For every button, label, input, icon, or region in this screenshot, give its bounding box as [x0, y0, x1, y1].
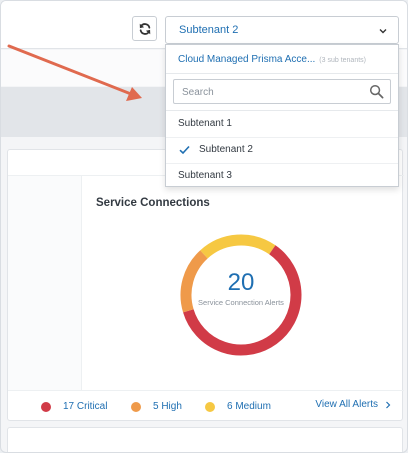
tenant-select-value: Subtenant 2 [179, 24, 239, 36]
tenant-option-subtenant-1[interactable]: Subtenant 1 [166, 112, 398, 136]
view-all-alerts-link[interactable]: View All Alerts [315, 399, 392, 410]
dropdown-divider [166, 110, 398, 111]
legend-medium-label: 6 Medium [227, 401, 271, 412]
legend-critical[interactable]: 17 Critical [41, 401, 107, 412]
tenant-option-label: Subtenant 2 [199, 144, 253, 155]
card-left-panel [8, 176, 82, 390]
tenant-search-input[interactable] [182, 85, 352, 99]
chevron-right-icon [386, 401, 391, 408]
donut-total[interactable]: 20 [171, 269, 311, 297]
legend-medium[interactable]: 6 Medium [205, 401, 271, 412]
checkmark-icon [179, 145, 190, 155]
tenant-option-label: Subtenant 3 [178, 170, 232, 181]
legend-high-label: 5 High [153, 401, 182, 412]
app-window: Subtenant 2 Service Connections 20 Servi… [0, 0, 408, 453]
chevron-down-icon [379, 29, 387, 34]
arrow-annotation-icon [7, 44, 142, 101]
dropdown-divider [166, 73, 398, 74]
tenant-option-subtenant-2[interactable]: Subtenant 2 [166, 138, 398, 162]
medium-dot [205, 401, 215, 412]
dropdown-search [173, 79, 391, 104]
tenant-option-subtenant-3[interactable]: Subtenant 3 [166, 164, 398, 188]
tenant-dropdown: Cloud Managed Prisma Acce... (3 sub tenan… [165, 44, 399, 187]
search-icon[interactable] [369, 84, 384, 99]
dropdown-header[interactable]: Cloud Managed Prisma Acce... (3 sub tenan… [178, 54, 366, 65]
high-dot [131, 401, 141, 412]
tenant-select[interactable]: Subtenant 2 [165, 16, 399, 44]
view-all-alerts-label: View All Alerts [315, 399, 378, 410]
subtenant-count: (3 sub tenants) [319, 57, 366, 64]
secondary-card [7, 427, 403, 452]
donut-slice-medium[interactable] [200, 234, 276, 259]
legend-high[interactable]: 5 High [131, 401, 182, 412]
alerts-legend: 17 Critical 5 High 6 Medium View All Ale… [8, 390, 404, 422]
donut-label: Service Connection Alerts [198, 298, 284, 307]
service-connections-title: Service Connections [96, 197, 210, 209]
tenant-option-label: Subtenant 1 [178, 118, 232, 129]
legend-critical-label: 17 Critical [63, 401, 108, 412]
alerts-card: Service Connections 20 Service Connectio… [7, 149, 404, 422]
parent-tenant-name: Cloud Managed Prisma Acce... [178, 54, 316, 65]
critical-dot [41, 401, 51, 412]
